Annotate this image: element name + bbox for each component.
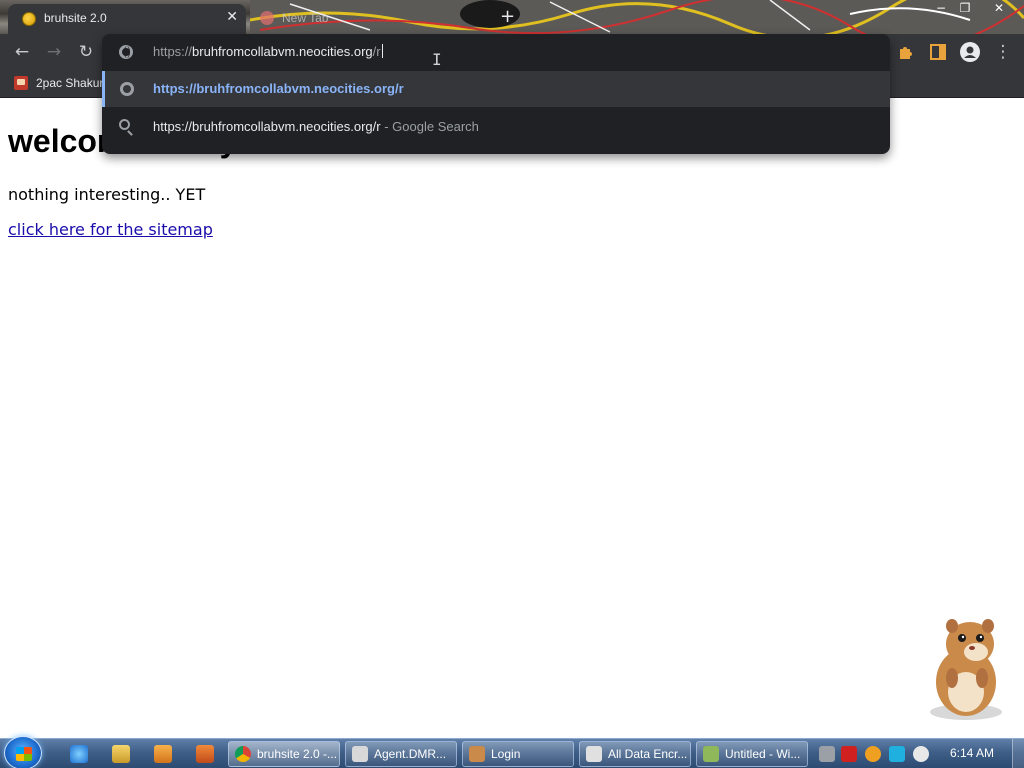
extensions-puzzle-icon[interactable] (897, 43, 915, 61)
back-button[interactable]: ← (11, 42, 33, 64)
taskbar-clock[interactable]: 6:14 AM (950, 746, 994, 760)
browser-menu-button[interactable]: ⋮ (992, 42, 1014, 64)
file-explorer-icon[interactable] (112, 745, 130, 763)
internet-explorer-icon[interactable] (70, 745, 88, 763)
tab-new-tab[interactable]: New Tab (256, 6, 476, 30)
tray-display-icon[interactable] (889, 746, 905, 762)
suggestion-text: https://bruhfromcollabvm.neocities.org/r (153, 81, 404, 96)
taskbar-item-label: Agent.DMR... (374, 747, 447, 761)
login-app-icon (469, 746, 485, 762)
url-host: bruhfromcollabvm.neocities.org (192, 44, 373, 59)
page-paragraph: nothing interesting.. YET (8, 185, 206, 204)
tray-antivirus-icon[interactable] (841, 746, 857, 762)
address-bar[interactable]: https://bruhfromcollabvm.neocities.org/r… (102, 34, 890, 70)
forward-button[interactable]: → (43, 42, 65, 64)
search-icon (119, 119, 130, 130)
address-input[interactable]: https://bruhfromcollabvm.neocities.org/r (153, 44, 383, 59)
suggestion-text: https://bruhfromcollabvm.neocities.org/r… (153, 119, 479, 134)
hamster-mascot[interactable] (918, 612, 1008, 722)
media-player-icon[interactable] (154, 745, 172, 763)
globe-icon (119, 45, 133, 59)
suggestion-url[interactable]: https://bruhfromcollabvm.neocities.org/r (102, 71, 890, 107)
bookmark-label: 2pac Shakur (36, 76, 104, 90)
profile-avatar-icon[interactable] (960, 42, 980, 62)
minimize-button[interactable]: − (928, 0, 954, 18)
chrome-icon (235, 746, 251, 762)
start-button[interactable] (4, 736, 42, 768)
taskbar-item-label: Untitled - Wi... (725, 747, 801, 761)
app-quicklaunch-icon[interactable] (196, 745, 214, 763)
site-favicon-icon (22, 12, 36, 26)
web-page: welcome to my new website nothing intere… (0, 99, 1024, 738)
tray-network-icon[interactable] (819, 746, 835, 762)
tab-title: New Tab (282, 11, 329, 25)
taskbar: bruhsite 2.0 -... Agent.DMR... Login All… (0, 736, 1024, 768)
show-desktop-button[interactable] (1012, 739, 1024, 768)
bookmark-item[interactable]: 2pac Shakur (14, 76, 103, 90)
dialog-app-icon (586, 746, 602, 762)
taskbar-item-untitled[interactable]: Untitled - Wi... (696, 741, 808, 767)
close-window-button[interactable]: ✕ (986, 0, 1012, 18)
taskbar-item-login[interactable]: Login (462, 741, 574, 767)
tray-search-icon[interactable] (865, 746, 881, 762)
taskbar-item-data-encr[interactable]: All Data Encr... (579, 741, 691, 767)
maximize-button[interactable]: ❐ (952, 0, 978, 18)
tab-bruhsite[interactable]: bruhsite 2.0 ✕ (8, 4, 246, 34)
url-path: /r (372, 44, 381, 59)
tab-title: bruhsite 2.0 (44, 11, 107, 25)
suggestion-query: https://bruhfromcollabvm.neocities.org/r (153, 119, 381, 134)
tab-close-icon[interactable]: ✕ (226, 9, 238, 25)
bookmark-favicon-icon (14, 76, 28, 90)
omnibox-dropdown: https://bruhfromcollabvm.neocities.org/r… (102, 34, 890, 154)
sitemap-link[interactable]: click here for the sitemap (8, 220, 213, 239)
side-panel-icon[interactable] (929, 43, 947, 61)
globe-icon (120, 82, 134, 96)
tab-strip: bruhsite 2.0 ✕ New Tab + − ❐ ✕ (0, 0, 1024, 34)
taskbar-item-label: Login (491, 747, 521, 761)
notepad-app-icon (703, 746, 719, 762)
text-cursor-icon: I (432, 50, 442, 69)
new-tab-favicon-icon (260, 11, 274, 25)
url-protocol: https:// (153, 44, 193, 59)
taskbar-item-agent[interactable]: Agent.DMR... (345, 741, 457, 767)
window-app-icon (352, 746, 368, 762)
reload-button[interactable]: ↻ (75, 42, 97, 64)
taskbar-item-label: bruhsite 2.0 -... (257, 747, 338, 761)
tray-volume-icon[interactable] (913, 746, 929, 762)
suggestion-search[interactable]: https://bruhfromcollabvm.neocities.org/r… (102, 109, 890, 145)
new-tab-button[interactable]: + (500, 6, 515, 27)
taskbar-item-label: All Data Encr... (608, 747, 688, 761)
suggestion-suffix: - Google Search (380, 119, 479, 134)
taskbar-item-chrome[interactable]: bruhsite 2.0 -... (228, 741, 340, 767)
text-caret (381, 44, 383, 58)
